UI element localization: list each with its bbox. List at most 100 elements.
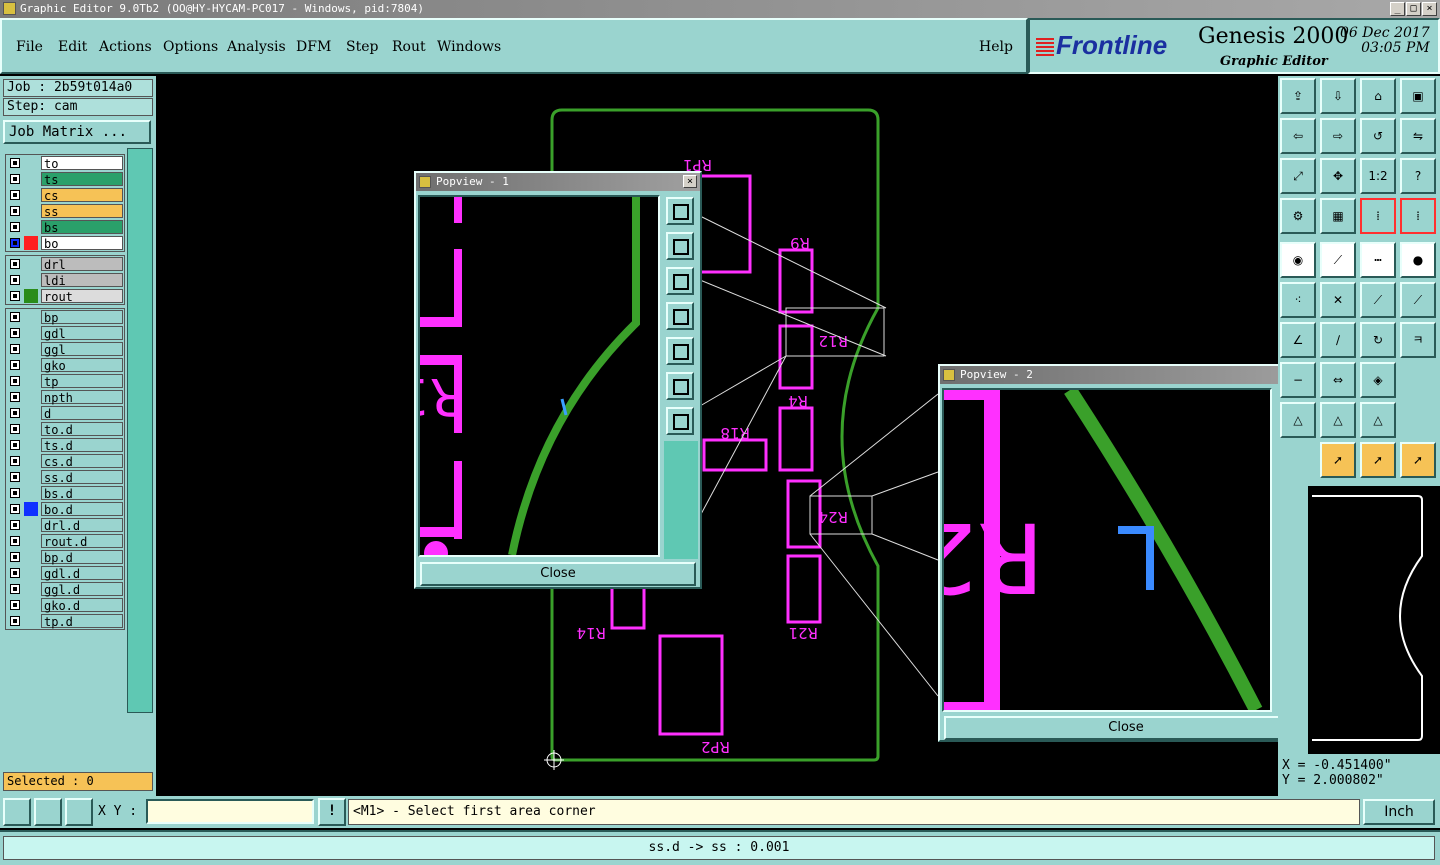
- menu-options[interactable]: Options: [163, 39, 218, 55]
- popview-2-view[interactable]: R24: [942, 388, 1272, 712]
- window-icon[interactable]: ▣: [1400, 78, 1436, 114]
- layer-color-swatch[interactable]: [24, 326, 38, 340]
- layer-color-swatch[interactable]: [24, 550, 38, 564]
- layer-row-npth[interactable]: npth: [6, 389, 124, 405]
- layer-name[interactable]: tp: [41, 374, 123, 389]
- layer-row-ggl[interactable]: ggl: [6, 341, 124, 357]
- layer-affected-checkbox[interactable]: [10, 584, 20, 594]
- pad-icon[interactable]: ●: [1400, 242, 1436, 278]
- minimap[interactable]: [1308, 486, 1440, 766]
- layer-name[interactable]: drl.d: [41, 518, 123, 533]
- layer-color-swatch[interactable]: [24, 236, 38, 250]
- menu-step[interactable]: Step: [346, 39, 378, 55]
- layer-affected-checkbox[interactable]: [10, 600, 20, 610]
- layer-color-swatch[interactable]: [24, 438, 38, 452]
- layer-name[interactable]: rout: [41, 289, 123, 304]
- layer-row-cs[interactable]: cs: [6, 187, 124, 203]
- layer-color-swatch[interactable]: [24, 310, 38, 324]
- layer-color-swatch[interactable]: [24, 518, 38, 532]
- snap-mode-icon[interactable]: [3, 798, 31, 826]
- layer-affected-checkbox[interactable]: [10, 328, 20, 338]
- select-pointer-icon[interactable]: ➚: [1320, 442, 1356, 478]
- layer-color-swatch[interactable]: [24, 582, 38, 596]
- layer-name[interactable]: drl: [41, 257, 123, 272]
- home-step-icon[interactable]: ⇪: [1280, 78, 1316, 114]
- layer-name[interactable]: bo.d: [41, 502, 123, 517]
- popview-1-view[interactable]: R12: [418, 195, 660, 557]
- layer-row-bp.d[interactable]: bp.d: [6, 549, 124, 565]
- snap-icon[interactable]: ⁞: [1360, 198, 1396, 234]
- layer-affected-checkbox[interactable]: [10, 360, 20, 370]
- minimize-button[interactable]: _: [1390, 2, 1405, 16]
- layer-row-ss.d[interactable]: ss.d: [6, 469, 124, 485]
- dash-icon[interactable]: −: [1280, 362, 1316, 398]
- layer-name[interactable]: bo: [41, 236, 123, 251]
- layer-color-swatch[interactable]: [24, 422, 38, 436]
- swap-icon[interactable]: ⇋: [1400, 118, 1436, 154]
- layer-scrollbar[interactable]: [127, 148, 153, 713]
- layer-name[interactable]: rout.d: [41, 534, 123, 549]
- layer-color-swatch[interactable]: [24, 614, 38, 628]
- pan-left-icon[interactable]: ⇦: [1280, 118, 1316, 154]
- layer-affected-checkbox[interactable]: [10, 568, 20, 578]
- snap-alt-icon[interactable]: ⁞: [1400, 198, 1436, 234]
- snap-angle-icon[interactable]: [34, 798, 62, 826]
- layer-affected-checkbox[interactable]: [10, 424, 20, 434]
- close-button[interactable]: ×: [1422, 2, 1437, 16]
- layer-name[interactable]: ss.d: [41, 470, 123, 485]
- layer-name[interactable]: to.d: [41, 422, 123, 437]
- popview-1-close-icon[interactable]: ×: [683, 175, 697, 188]
- cross-icon[interactable]: ✕: [1320, 282, 1356, 318]
- popview-2-close-button[interactable]: Close: [944, 716, 1278, 740]
- layer-affected-checkbox[interactable]: [10, 190, 20, 200]
- layer-affected-checkbox[interactable]: [10, 552, 20, 562]
- measure-icon[interactable]: ⚙: [1280, 198, 1316, 234]
- layer-row-ts.d[interactable]: ts.d: [6, 437, 124, 453]
- zoom-ratio-button[interactable]: 1:2: [1360, 158, 1396, 194]
- layer-name[interactable]: bp.d: [41, 550, 123, 565]
- help-button[interactable]: ?: [1400, 158, 1436, 194]
- layer-name[interactable]: ss: [41, 204, 123, 219]
- layer-color-swatch[interactable]: [24, 188, 38, 202]
- layer-name[interactable]: bp: [41, 310, 123, 325]
- alert-icon[interactable]: !: [318, 798, 346, 826]
- layer-row-bp[interactable]: bp: [6, 309, 124, 325]
- popview-1-tool-3[interactable]: [666, 267, 694, 295]
- line-node-icon[interactable]: ⟋: [1360, 282, 1396, 318]
- menu-edit[interactable]: Edit: [58, 39, 87, 55]
- feature-add-icon[interactable]: ◉: [1280, 242, 1316, 278]
- layer-name[interactable]: to: [41, 156, 123, 171]
- surface-icon[interactable]: ◈: [1360, 362, 1396, 398]
- line-node-alt-icon[interactable]: ⟋: [1400, 282, 1436, 318]
- layer-row-ldi[interactable]: ldi: [6, 272, 124, 288]
- popview-1-tool-4[interactable]: [666, 302, 694, 330]
- grid-icon[interactable]: ▦: [1320, 198, 1356, 234]
- layer-affected-checkbox[interactable]: [10, 616, 20, 626]
- layer-name[interactable]: ggl: [41, 342, 123, 357]
- maximize-button[interactable]: □: [1406, 2, 1421, 16]
- zoom-center-icon[interactable]: ✥: [1320, 158, 1356, 194]
- zoom-down-icon[interactable]: ⇩: [1320, 78, 1356, 114]
- layer-color-swatch[interactable]: [24, 257, 38, 271]
- popview-1-close-button[interactable]: Close: [420, 562, 696, 586]
- layer-affected-checkbox[interactable]: [10, 206, 20, 216]
- layer-color-swatch[interactable]: [24, 273, 38, 287]
- graphic-canvas[interactable]: RP1 R9 R12 R4 R18 R24 R14 R21 RP2 Popvie…: [156, 76, 1278, 796]
- layer-name[interactable]: cs.d: [41, 454, 123, 469]
- layer-row-tp.d[interactable]: tp.d: [6, 613, 124, 629]
- layer-color-swatch[interactable]: [24, 598, 38, 612]
- connect-icon[interactable]: ⁖: [1280, 282, 1316, 318]
- layer-affected-checkbox[interactable]: [10, 536, 20, 546]
- layer-color-swatch[interactable]: [24, 374, 38, 388]
- layer-row-drl[interactable]: drl: [6, 256, 124, 272]
- layer-affected-checkbox[interactable]: [10, 158, 20, 168]
- xy-input[interactable]: [146, 799, 314, 824]
- layer-name[interactable]: ts.d: [41, 438, 123, 453]
- layer-row-d[interactable]: d: [6, 405, 124, 421]
- menu-dfm[interactable]: DFM: [296, 39, 331, 55]
- layer-row-ggl.d[interactable]: ggl.d: [6, 581, 124, 597]
- layer-affected-checkbox[interactable]: [10, 291, 20, 301]
- layer-affected-checkbox[interactable]: [10, 222, 20, 232]
- layer-row-ss[interactable]: ss: [6, 203, 124, 219]
- menu-actions[interactable]: Actions: [99, 39, 152, 55]
